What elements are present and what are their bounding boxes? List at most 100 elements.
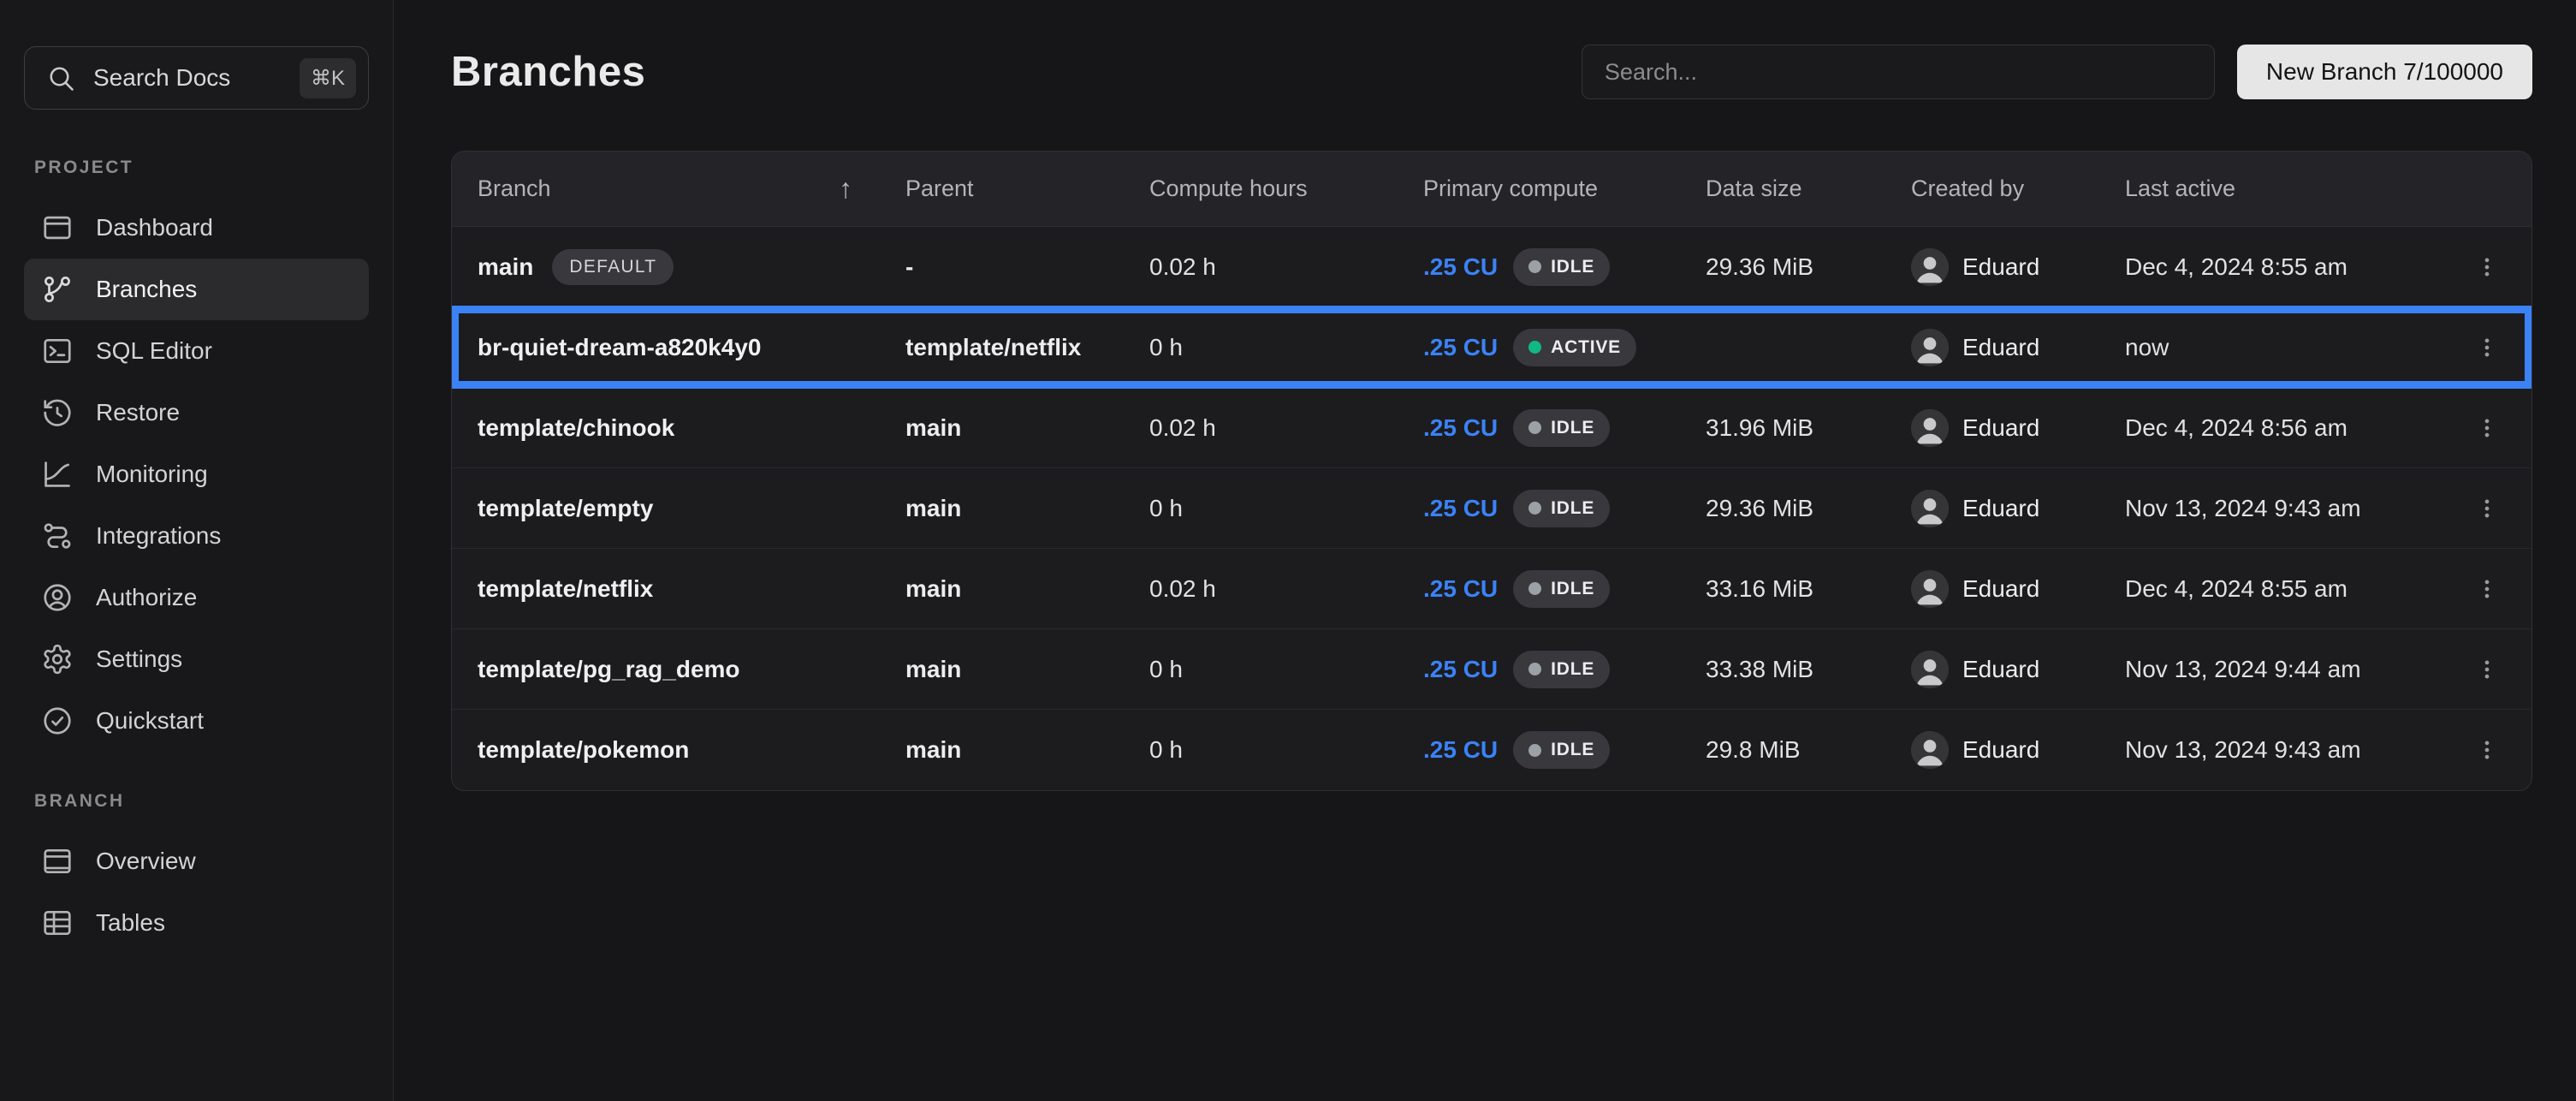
status-dot-icon	[1528, 744, 1541, 757]
compute-size-link[interactable]: .25 CU	[1423, 414, 1498, 442]
avatar	[1911, 651, 1949, 688]
compute-hours-cell: 0 h	[1149, 736, 1423, 764]
table-row-main[interactable]: main DEFAULT - 0.02 h .25 CU IDLE 29.36 …	[452, 227, 2531, 307]
sidebar-item-monitoring[interactable]: Monitoring	[24, 443, 369, 505]
authorize-icon	[41, 581, 74, 614]
avatar	[1911, 731, 1949, 769]
branch-cell: template/empty	[478, 495, 905, 522]
sidebar-item-dashboard[interactable]: Dashboard	[24, 197, 369, 259]
column-header-created-by[interactable]: Created by	[1911, 176, 2125, 202]
data-size-cell: 29.8 MiB	[1706, 736, 1911, 764]
sidebar-item-branches[interactable]: Branches	[24, 259, 369, 320]
created-by-cell: Eduard	[1911, 651, 2125, 688]
status-dot-icon	[1528, 260, 1541, 273]
created-by-cell: Eduard	[1911, 248, 2125, 286]
table-row-template-empty[interactable]: template/empty main 0 h .25 CU IDLE 29.3…	[452, 468, 2531, 549]
created-by-cell: Eduard	[1911, 329, 2125, 366]
branch-name: template/pokemon	[478, 736, 689, 764]
branch-name: template/pg_rag_demo	[478, 656, 740, 683]
avatar	[1911, 570, 1949, 608]
last-active-cell: Nov 13, 2024 9:43 am	[2125, 736, 2429, 764]
row-menu-button[interactable]	[2468, 405, 2506, 451]
column-header-label: Primary compute	[1423, 176, 1598, 202]
last-active-cell: Dec 4, 2024 8:56 am	[2125, 414, 2429, 442]
column-header-branch[interactable]: Branch ↑	[478, 173, 905, 205]
row-menu-cell	[2468, 244, 2506, 290]
created-by-name: Eduard	[1962, 656, 2039, 683]
table-row-template-netflix[interactable]: template/netflix main 0.02 h .25 CU IDLE…	[452, 549, 2531, 629]
primary-compute-cell: .25 CU ACTIVE	[1423, 329, 1706, 366]
compute-hours-cell: 0.02 h	[1149, 575, 1423, 603]
page-title: Branches	[451, 48, 645, 96]
new-branch-button[interactable]: New Branch 7/100000	[2237, 45, 2532, 99]
row-menu-button[interactable]	[2468, 566, 2506, 612]
search-icon	[45, 62, 76, 93]
sidebar-item-settings[interactable]: Settings	[24, 628, 369, 690]
last-active-cell: Dec 4, 2024 8:55 am	[2125, 253, 2429, 281]
search-input[interactable]	[1582, 45, 2215, 99]
created-by-name: Eduard	[1962, 736, 2039, 764]
sidebar-item-integrations[interactable]: Integrations	[24, 505, 369, 567]
column-header-label: Created by	[1911, 176, 2024, 202]
row-menu-cell	[2468, 727, 2506, 773]
compute-size-link[interactable]: .25 CU	[1423, 253, 1498, 281]
sidebar-item-tables[interactable]: Tables	[24, 892, 369, 954]
status-dot-icon	[1528, 582, 1541, 595]
row-menu-button[interactable]	[2468, 485, 2506, 532]
sidebar-item-sql-editor[interactable]: SQL Editor	[24, 320, 369, 382]
status-badge: IDLE	[1513, 409, 1610, 447]
compute-size-link[interactable]: .25 CU	[1423, 334, 1498, 361]
search-docs-button[interactable]: Search Docs ⌘K	[24, 46, 369, 110]
main-content: Branches New Branch 7/100000 Branch ↑ Pa…	[394, 0, 2576, 1101]
sidebar-item-label: Quickstart	[96, 707, 204, 735]
table-row-br-quiet-dream-a820k4y0[interactable]: br-quiet-dream-a820k4y0 template/netflix…	[452, 307, 2531, 388]
primary-compute-cell: .25 CU IDLE	[1423, 731, 1706, 769]
column-header-primary-compute[interactable]: Primary compute	[1423, 176, 1706, 202]
sidebar-nav: PROJECT Dashboard Branches SQL Editor Re…	[24, 158, 369, 954]
sidebar-item-label: Integrations	[96, 522, 221, 550]
column-header-data-size[interactable]: Data size	[1706, 176, 1911, 202]
avatar	[1911, 248, 1949, 286]
table-row-template-pg-rag-demo[interactable]: template/pg_rag_demo main 0 h .25 CU IDL…	[452, 629, 2531, 710]
compute-size-link[interactable]: .25 CU	[1423, 736, 1498, 764]
table-row-template-pokemon[interactable]: template/pokemon main 0 h .25 CU IDLE 29…	[452, 710, 2531, 790]
column-header-last-active[interactable]: Last active	[2125, 176, 2429, 202]
compute-size-link[interactable]: .25 CU	[1423, 495, 1498, 522]
parent-cell: -	[905, 253, 1149, 281]
row-menu-button[interactable]	[2468, 324, 2506, 371]
section-label-project: PROJECT	[34, 158, 369, 178]
branch-cell: main DEFAULT	[478, 249, 905, 285]
table-body: main DEFAULT - 0.02 h .25 CU IDLE 29.36 …	[452, 227, 2531, 790]
branch-cell: template/pokemon	[478, 736, 905, 764]
compute-size-link[interactable]: .25 CU	[1423, 656, 1498, 683]
sidebar-item-restore[interactable]: Restore	[24, 382, 369, 443]
parent-cell: main	[905, 414, 1149, 442]
data-size-cell: 29.36 MiB	[1706, 495, 1911, 522]
topbar: Branches New Branch 7/100000	[451, 41, 2532, 103]
column-header-parent[interactable]: Parent	[905, 176, 1149, 202]
row-menu-button[interactable]	[2468, 727, 2506, 773]
sidebar-item-authorize[interactable]: Authorize	[24, 567, 369, 628]
compute-size-link[interactable]: .25 CU	[1423, 575, 1498, 603]
last-active-cell: Dec 4, 2024 8:55 am	[2125, 575, 2429, 603]
integrations-icon	[41, 520, 74, 552]
sidebar-item-label: Branches	[96, 276, 197, 303]
row-menu-cell	[2468, 566, 2506, 612]
status-dot-icon	[1528, 341, 1541, 354]
row-menu-button[interactable]	[2468, 646, 2506, 693]
status-badge: IDLE	[1513, 731, 1610, 769]
branch-name: template/netflix	[478, 575, 653, 603]
sidebar-item-label: Authorize	[96, 584, 197, 611]
section-label-branch: BRANCH	[34, 791, 369, 812]
column-header-label: Parent	[905, 176, 974, 202]
sidebar-item-label: SQL Editor	[96, 337, 212, 365]
quickstart-icon	[41, 705, 74, 737]
sidebar-item-quickstart[interactable]: Quickstart	[24, 690, 369, 752]
sidebar-item-overview[interactable]: Overview	[24, 830, 369, 892]
column-header-compute-hours[interactable]: Compute hours	[1149, 176, 1423, 202]
table-row-template-chinook[interactable]: template/chinook main 0.02 h .25 CU IDLE…	[452, 388, 2531, 468]
app-root: Search Docs ⌘K PROJECT Dashboard Branche…	[0, 0, 2576, 1101]
restore-icon	[41, 396, 74, 429]
default-badge: DEFAULT	[552, 249, 674, 285]
row-menu-button[interactable]	[2468, 244, 2506, 290]
